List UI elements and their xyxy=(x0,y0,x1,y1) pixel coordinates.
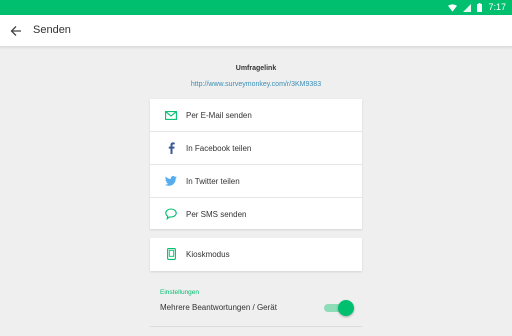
kiosk-card: Kioskmodus xyxy=(150,238,362,271)
facebook-icon xyxy=(164,141,178,155)
wifi-icon xyxy=(448,3,458,12)
survey-link-section: Umfragelink http://www.surveymonkey.com/… xyxy=(150,64,362,90)
survey-link-url[interactable]: http://www.surveymonkey.com/r/3KM9383 xyxy=(150,80,362,90)
settings-divider xyxy=(150,326,362,327)
status-bar: 7:17 xyxy=(0,0,512,15)
survey-link-heading: Umfragelink xyxy=(235,65,277,72)
share-email-row[interactable]: Per E-Mail senden xyxy=(150,99,362,132)
share-twitter-label: In Twitter teilen xyxy=(186,176,240,186)
battery-icon xyxy=(477,3,483,12)
share-sms-label: Per SMS senden xyxy=(186,209,247,219)
status-icons: 7:17 xyxy=(448,0,506,15)
share-email-label: Per E-Mail senden xyxy=(186,110,252,120)
arrow-back-icon xyxy=(10,26,21,36)
page-title: Senden xyxy=(33,24,71,36)
mail-icon xyxy=(164,108,178,122)
twitter-icon xyxy=(164,174,178,188)
app-bar: Senden xyxy=(0,15,512,47)
toggle-thumb xyxy=(338,300,354,316)
tablet-icon xyxy=(164,247,178,261)
share-facebook-label: In Facebook teilen xyxy=(186,143,252,153)
settings-section-label: Einstellungen xyxy=(160,289,200,296)
share-twitter-row[interactable]: In Twitter teilen xyxy=(150,165,362,198)
sms-icon xyxy=(164,207,178,221)
multiple-responses-toggle[interactable] xyxy=(322,300,354,316)
share-sms-row[interactable]: Per SMS senden xyxy=(150,198,362,230)
kiosk-mode-label: Kioskmodus xyxy=(186,249,230,259)
status-time: 7:17 xyxy=(488,2,506,12)
share-options-card: Per E-Mail senden In Facebook teilen In … xyxy=(150,99,362,229)
multiple-responses-label: Mehrere Beantwortungen / Gerät xyxy=(160,303,277,312)
kiosk-mode-row[interactable]: Kioskmodus xyxy=(150,238,362,270)
back-button[interactable] xyxy=(6,21,26,41)
share-facebook-row[interactable]: In Facebook teilen xyxy=(150,132,362,165)
cell-signal-icon xyxy=(463,3,472,12)
